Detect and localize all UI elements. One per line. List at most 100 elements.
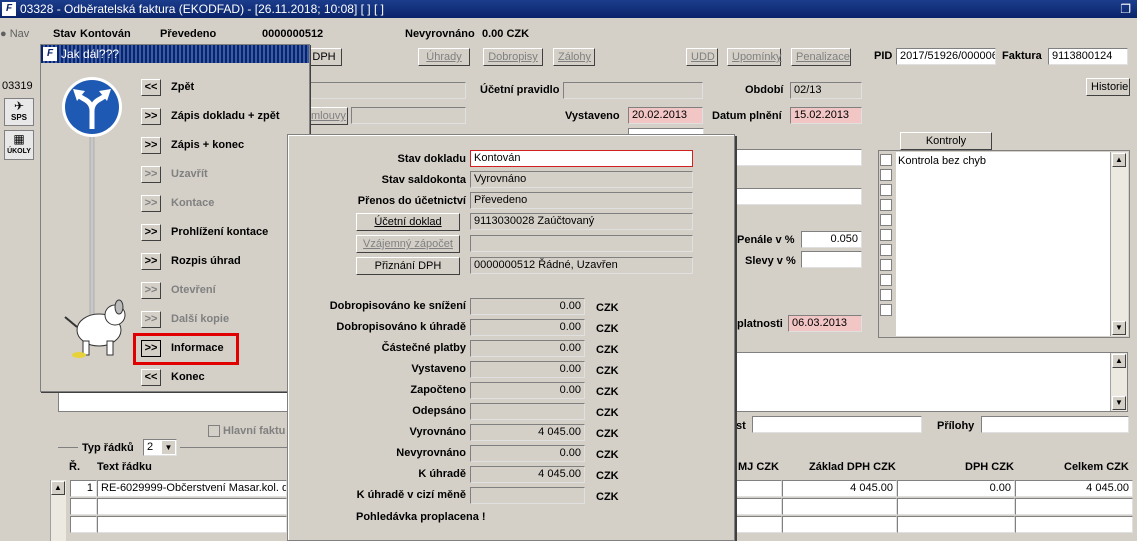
st-field[interactable] — [752, 416, 922, 433]
checkbox[interactable] — [880, 244, 892, 256]
prilohy-field[interactable] — [981, 416, 1129, 433]
vzajemny-zapocet-field[interactable] — [470, 235, 693, 252]
scroll-up-icon[interactable]: ▲ — [1112, 354, 1126, 368]
obdobi-field[interactable]: 02/13 — [790, 82, 862, 99]
penale-field[interactable]: 0.050 — [801, 231, 862, 248]
checkbox[interactable] — [880, 289, 892, 301]
amount-value[interactable]: 4 045.00 — [470, 424, 585, 441]
grid-row-dph[interactable]: 0.00 — [897, 480, 1015, 497]
grid-empty-cell[interactable] — [735, 516, 782, 533]
forward-arrow-button[interactable]: >> — [141, 340, 161, 357]
priznani-dph-button[interactable]: Přiznání DPH — [356, 257, 460, 275]
grid-row-zaklad[interactable]: 4 045.00 — [782, 480, 897, 497]
stav-saldokonta-field[interactable]: Vyrovnáno — [470, 171, 693, 188]
udd-button[interactable]: UDD — [686, 48, 718, 66]
back-arrow-button[interactable]: << — [141, 369, 161, 386]
forward-arrow-button[interactable]: >> — [141, 195, 161, 212]
sps-button[interactable]: ✈ SPS — [4, 98, 34, 126]
grid-scrollbar[interactable]: ▲ — [50, 480, 66, 541]
notes-scrollbar[interactable]: ▲ ▼ — [1110, 353, 1127, 411]
vzajemny-zapocet-button[interactable]: Vzájemný zápočet — [356, 235, 460, 253]
smlouvy-field[interactable] — [351, 107, 466, 124]
amount-value[interactable]: 0.00 — [470, 340, 585, 357]
grid-empty-cell[interactable] — [97, 516, 287, 533]
dph-button[interactable]: DPH — [306, 48, 342, 66]
hlavni-faktura-checkbox[interactable] — [208, 425, 220, 437]
form-field-c[interactable] — [735, 188, 862, 205]
typ-radku-select[interactable]: 2 ▼ — [143, 439, 177, 456]
jak-item-informace[interactable]: >> Informace — [141, 340, 306, 360]
doc-field-1[interactable] — [300, 82, 466, 99]
amount-value[interactable]: 0.00 — [470, 361, 585, 378]
jak-item-zapis-konec[interactable]: >> Zápis + konec — [141, 137, 306, 157]
dobropisy-button[interactable]: Dobropisy — [483, 48, 543, 66]
checkbox[interactable] — [880, 259, 892, 271]
penalizace-button[interactable]: Penalizace — [791, 48, 851, 66]
scroll-down-icon[interactable]: ▼ — [1112, 396, 1126, 410]
vystaveno-field[interactable]: 20.02.2013 — [628, 107, 703, 124]
scroll-up-icon[interactable]: ▲ — [51, 481, 65, 495]
forward-arrow-button[interactable]: >> — [141, 166, 161, 183]
jak-item-kontace[interactable]: >> Kontace — [141, 195, 306, 215]
grid-empty-cell[interactable] — [97, 498, 287, 515]
grid-empty-cell[interactable] — [735, 498, 782, 515]
amount-value[interactable]: 4 045.00 — [470, 466, 585, 483]
jak-item-konec[interactable]: << Konec — [141, 369, 306, 389]
kontroly-scrollbar[interactable]: ▲ ▼ — [1110, 152, 1128, 336]
scroll-up-icon[interactable]: ▲ — [1112, 153, 1126, 167]
checkbox[interactable] — [880, 214, 892, 226]
checkbox[interactable] — [880, 274, 892, 286]
back-arrow-button[interactable]: << — [141, 79, 161, 96]
historie-button[interactable]: Historie — [1086, 78, 1130, 96]
ucetni-doklad-field[interactable]: 9113030028 Zaúčtovaný — [470, 213, 693, 230]
stav-dokladu-field[interactable]: Kontován — [470, 150, 693, 167]
amount-value[interactable] — [470, 403, 585, 420]
grid-empty-cell[interactable] — [897, 498, 1015, 515]
jak-item-prohlizeni-kontace[interactable]: >> Prohlížení kontace — [141, 224, 306, 244]
grid-empty-cell[interactable] — [1015, 498, 1133, 515]
forward-arrow-button[interactable]: >> — [141, 282, 161, 299]
amount-value[interactable] — [470, 487, 585, 504]
checkbox[interactable] — [880, 184, 892, 196]
amount-value[interactable]: 0.00 — [470, 445, 585, 462]
kontroly-tab[interactable]: Kontroly — [900, 132, 992, 150]
checkbox[interactable] — [880, 169, 892, 181]
amount-value[interactable]: 0.00 — [470, 298, 585, 315]
grid-row-mj[interactable] — [735, 480, 782, 497]
jak-item-dalsi-kopie[interactable]: >> Další kopie — [141, 311, 306, 331]
grid-empty-cell[interactable] — [70, 516, 97, 533]
slevy-field[interactable] — [801, 251, 862, 268]
ukoly-button[interactable]: ▦ ÚKOLY — [4, 130, 34, 160]
jak-item-zapis-zpet[interactable]: >> Zápis dokladu + zpět — [141, 108, 306, 128]
checkbox[interactable] — [880, 304, 892, 316]
amount-value[interactable]: 0.00 — [470, 319, 585, 336]
prenos-field[interactable]: Převedeno — [470, 192, 693, 209]
grid-empty-cell[interactable] — [70, 498, 97, 515]
datum-plneni-field[interactable]: 15.02.2013 — [790, 107, 862, 124]
grid-empty-cell[interactable] — [1015, 516, 1133, 533]
grid-row-celkem[interactable]: 4 045.00 — [1015, 480, 1133, 497]
grid-row-number[interactable]: 1 — [70, 480, 97, 497]
forward-arrow-button[interactable]: >> — [141, 311, 161, 328]
amount-value[interactable]: 0.00 — [470, 382, 585, 399]
splatnosti-field[interactable]: 06.03.2013 — [788, 315, 862, 332]
forward-arrow-button[interactable]: >> — [141, 108, 161, 125]
faktura-field[interactable]: 9113800124 — [1048, 48, 1128, 65]
grid-empty-cell[interactable] — [897, 516, 1015, 533]
forward-arrow-button[interactable]: >> — [141, 137, 161, 154]
checkbox[interactable] — [880, 154, 892, 166]
smlouvy-button[interactable]: mlouvy — [306, 107, 348, 125]
zalohy-button[interactable]: Zálohy — [553, 48, 595, 66]
ucetni-doklad-button[interactable]: Účetní doklad — [356, 213, 460, 231]
uhrady-button[interactable]: Úhrady — [418, 48, 470, 66]
forward-arrow-button[interactable]: >> — [141, 253, 161, 270]
grid-empty-cell[interactable] — [782, 498, 897, 515]
grid-row-text[interactable]: RE-6029999-Občerstvení Masar.kol. dr — [97, 480, 287, 497]
checkbox[interactable] — [880, 229, 892, 241]
jak-item-rozpis-uhrad[interactable]: >> Rozpis úhrad — [141, 253, 306, 273]
scroll-down-icon[interactable]: ▼ — [1112, 321, 1126, 335]
jak-item-zpet[interactable]: << Zpět — [141, 79, 306, 99]
ucetni-pravidlo-field[interactable] — [563, 82, 703, 99]
forward-arrow-button[interactable]: >> — [141, 224, 161, 241]
nav-button[interactable]: ● Nav — [0, 28, 29, 40]
